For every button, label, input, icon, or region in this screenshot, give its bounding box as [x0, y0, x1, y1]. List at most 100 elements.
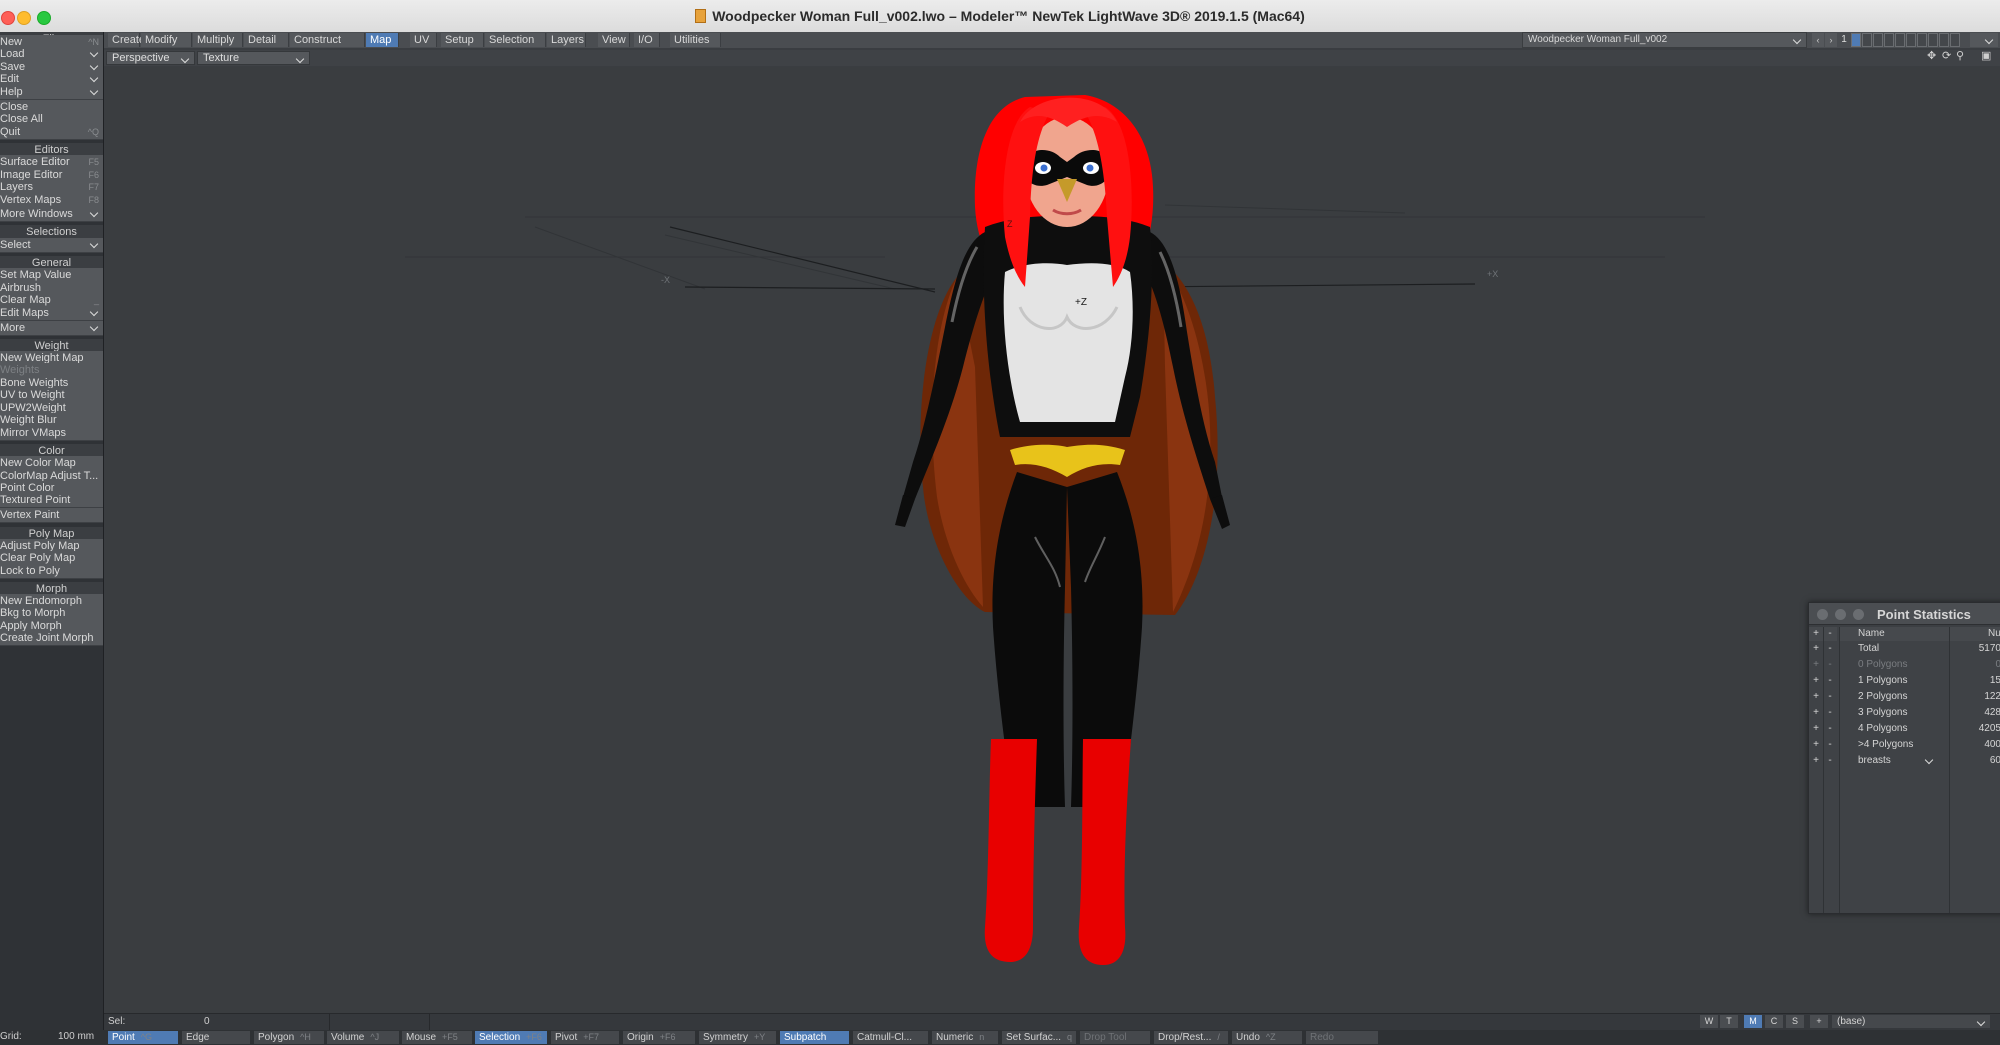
tab-modify[interactable]: Modify: [141, 33, 192, 47]
tool-help-button[interactable]: Help: [0, 85, 103, 100]
view-button-t[interactable]: T: [1720, 1015, 1738, 1028]
stats-row[interactable]: + - >4 Polygons 400: [1809, 737, 2000, 753]
tool-lock-to-poly-button[interactable]: Lock to Poly: [0, 564, 103, 579]
mode-point-button[interactable]: Point ^G: [108, 1031, 178, 1044]
mode-subpatch-button[interactable]: Subpatch: [780, 1031, 849, 1044]
stats-row[interactable]: + - 0 Polygons 0: [1809, 657, 2000, 673]
layer-slots[interactable]: [1851, 33, 1961, 47]
layer-slot[interactable]: [1873, 33, 1883, 47]
remove-selection-button[interactable]: -: [1823, 721, 1837, 737]
mode-undo-button[interactable]: Undo ^Z: [1232, 1031, 1302, 1044]
stats-row[interactable]: + - Total 5170: [1809, 641, 2000, 657]
layer-slot[interactable]: [1895, 33, 1905, 47]
tool-vertex-paint-button[interactable]: Vertex Paint: [0, 508, 103, 523]
layer-slot[interactable]: [1950, 33, 1960, 47]
render-mode-select[interactable]: Texture: [197, 51, 310, 65]
remove-selection-button[interactable]: -: [1823, 641, 1837, 657]
layer-next-button[interactable]: ›: [1825, 33, 1837, 47]
mode-origin-button[interactable]: Origin +F6: [623, 1031, 695, 1044]
mode-pivot-button[interactable]: Pivot +F7: [551, 1031, 619, 1044]
mode-catmull-cl-button[interactable]: Catmull-Cl...: [853, 1031, 928, 1044]
stats-row[interactable]: + - breasts 60: [1809, 753, 2000, 769]
layer-slot[interactable]: [1862, 33, 1872, 47]
tab-map[interactable]: Map: [366, 33, 399, 47]
add-selection-button[interactable]: +: [1809, 721, 1823, 737]
scene-selector[interactable]: Woodpecker Woman Full_v002: [1522, 32, 1807, 48]
add-selection-button[interactable]: +: [1809, 737, 1823, 753]
tab-i-o[interactable]: I/O: [634, 33, 660, 47]
panel-close-button[interactable]: [1817, 609, 1828, 620]
view-mode-select[interactable]: Perspective: [106, 51, 195, 65]
remove-selection-button[interactable]: -: [1823, 705, 1837, 721]
add-selection-button[interactable]: +: [1809, 657, 1823, 673]
remove-selection-button[interactable]: -: [1823, 753, 1837, 769]
vmap-dropdown[interactable]: [1924, 753, 1938, 769]
stats-row[interactable]: + - 1 Polygons 15: [1809, 673, 2000, 689]
view-button-s[interactable]: S: [1786, 1015, 1804, 1028]
tab-detail[interactable]: Detail: [244, 33, 289, 47]
remove-selection-button[interactable]: -: [1823, 737, 1837, 753]
panel-zoom-button[interactable]: [1853, 609, 1864, 620]
tool-more-button[interactable]: More: [0, 321, 103, 336]
add-selection-button[interactable]: +: [1809, 705, 1823, 721]
layer-slot[interactable]: [1928, 33, 1938, 47]
tab-uv[interactable]: UV: [410, 33, 437, 47]
layer-slot[interactable]: [1884, 33, 1894, 47]
remove-selection-button[interactable]: -: [1823, 657, 1837, 673]
stats-row[interactable]: + - 4 Polygons 4205: [1809, 721, 2000, 737]
layer-prev-button[interactable]: ‹: [1812, 33, 1824, 47]
mode-drop-tool-button[interactable]: Drop Tool: [1080, 1031, 1150, 1044]
perspective-viewport[interactable]: -X +X +Z Z: [105, 67, 2000, 1013]
mode-set-surfac-button[interactable]: Set Surfac... q: [1002, 1031, 1076, 1044]
view-button-w[interactable]: W: [1700, 1015, 1718, 1028]
tool-mirror-vmaps-button[interactable]: Mirror VMaps: [0, 426, 103, 441]
point-statistics-panel[interactable]: Point Statistics + - Name Num +-Total517…: [1808, 602, 2000, 914]
add-selection-button[interactable]: +: [1809, 753, 1823, 769]
layer-slot[interactable]: [1851, 33, 1861, 47]
layer-slot[interactable]: [1917, 33, 1927, 47]
remove-selection-button[interactable]: -: [1823, 689, 1837, 705]
layer-slot[interactable]: [1939, 33, 1949, 47]
tab-construct[interactable]: Construct: [290, 33, 365, 47]
maximize-view-icon[interactable]: ▣: [1981, 51, 1992, 62]
tool-more-windows-button[interactable]: More Windows: [0, 207, 103, 222]
tool-select-button[interactable]: Select: [0, 238, 103, 253]
zoom-view-icon[interactable]: ⚲: [1956, 51, 1967, 62]
mode-polygon-button[interactable]: Polygon ^H: [254, 1031, 324, 1044]
tab-layers[interactable]: Layers: [547, 33, 586, 47]
mode-redo-button[interactable]: Redo: [1306, 1031, 1378, 1044]
layer-select[interactable]: (base): [1832, 1015, 1990, 1028]
remove-all-header[interactable]: -: [1823, 627, 1837, 641]
add-selection-button[interactable]: +: [1809, 689, 1823, 705]
mode-mouse-button[interactable]: Mouse +F5: [402, 1031, 472, 1044]
mode-numeric-button[interactable]: Numeric n: [932, 1031, 998, 1044]
tab-create[interactable]: Create: [108, 33, 145, 47]
remove-selection-button[interactable]: -: [1823, 673, 1837, 689]
panel-minimize-button[interactable]: [1835, 609, 1846, 620]
add-all-header[interactable]: +: [1809, 627, 1823, 641]
add-selection-button[interactable]: +: [1809, 641, 1823, 657]
mode-selection-button[interactable]: Selection +F6: [475, 1031, 547, 1044]
mode-volume-button[interactable]: Volume ^J: [327, 1031, 399, 1044]
layer-slot[interactable]: [1906, 33, 1916, 47]
tool-vertex-maps-button[interactable]: Vertex Maps F8: [0, 193, 103, 208]
tab-setup[interactable]: Setup: [441, 33, 484, 47]
mode-symmetry-button[interactable]: Symmetry +Y: [699, 1031, 776, 1044]
tab-utilities[interactable]: Utilities: [670, 33, 721, 47]
tool-quit-button[interactable]: Quit ^Q: [0, 125, 103, 140]
tab-multiply[interactable]: Multiply: [193, 33, 243, 47]
tool-edit-maps-button[interactable]: Edit Maps: [0, 306, 103, 321]
tab-selection[interactable]: Selection: [485, 33, 546, 47]
stats-row[interactable]: + - 2 Polygons 122: [1809, 689, 2000, 705]
layer-slots-dropdown[interactable]: [1970, 33, 1998, 47]
move-view-icon[interactable]: ✥: [1927, 51, 1938, 62]
mode-edge-button[interactable]: Edge: [182, 1031, 250, 1044]
view-button-plus[interactable]: +: [1810, 1015, 1828, 1028]
stats-row[interactable]: + - 3 Polygons 428: [1809, 705, 2000, 721]
view-button-m[interactable]: M: [1744, 1015, 1762, 1028]
tool-create-joint-morph-button[interactable]: Create Joint Morph: [0, 631, 103, 646]
mode-drop-rest-button[interactable]: Drop/Rest... /: [1154, 1031, 1228, 1044]
tool-textured-point-button[interactable]: Textured Point: [0, 493, 103, 508]
view-button-c[interactable]: C: [1765, 1015, 1783, 1028]
rotate-view-icon[interactable]: ⟳: [1942, 51, 1953, 62]
